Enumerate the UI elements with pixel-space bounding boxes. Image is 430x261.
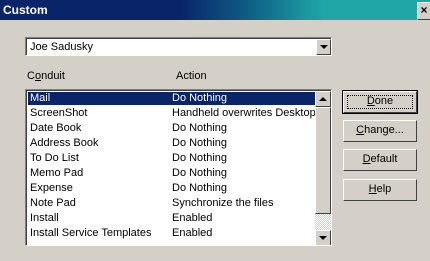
scroll-down-button[interactable] (315, 230, 331, 245)
conduit-column-header: Conduit (27, 70, 65, 82)
conduit-name: Memo Pad (30, 167, 84, 179)
scroll-thumb[interactable] (315, 107, 331, 214)
conduit-action: Do Nothing (172, 137, 228, 149)
user-select-value: Joe Sadusky (30, 41, 93, 53)
action-column-header: Action (176, 70, 207, 82)
conduit-list[interactable]: Mail Do Nothing ScreenShot Handheld overwri… (25, 89, 332, 246)
conduit-name: To Do List (30, 152, 79, 164)
help-button[interactable]: Help (343, 179, 417, 201)
conduit-name: Date Book (30, 122, 82, 134)
default-button[interactable]: Default (343, 149, 417, 171)
conduit-name: Install Service Templates (30, 227, 152, 239)
conduit-action: Do Nothing (172, 92, 228, 104)
done-button[interactable]: Done (342, 90, 418, 114)
arrow-up-icon (319, 97, 327, 101)
list-row[interactable]: To Do List Do Nothing (28, 152, 315, 165)
close-button[interactable]: × (417, 2, 430, 20)
window-title: Custom (3, 3, 48, 17)
list-row[interactable]: Memo Pad Do Nothing (28, 167, 315, 180)
conduit-action: Do Nothing (172, 167, 228, 179)
conduit-action: Enabled (172, 227, 213, 239)
chevron-down-icon (320, 45, 328, 49)
list-row[interactable]: Date Book Do Nothing (28, 122, 315, 135)
list-scrollbar[interactable] (315, 91, 331, 245)
list-row[interactable]: Address Book Do Nothing (28, 137, 315, 150)
title-bar[interactable]: Custom × (0, 0, 430, 20)
conduit-name: Note Pad (30, 197, 76, 209)
arrow-down-icon (319, 236, 327, 240)
user-select-dropdown-button[interactable] (316, 39, 331, 55)
conduit-name: Expense (30, 182, 73, 194)
conduit-action: Enabled (172, 212, 213, 224)
list-row[interactable]: Mail Do Nothing (28, 92, 315, 105)
conduit-name: Mail (30, 92, 51, 104)
change-button[interactable]: Change... (343, 120, 417, 142)
user-select[interactable]: Joe Sadusky (25, 37, 332, 56)
list-row[interactable]: Install Service Templates Enabled (28, 227, 315, 240)
conduit-action: Handheld overwrites Desktop (172, 107, 315, 119)
list-row[interactable]: ScreenShot Handheld overwrites Desktop (28, 107, 315, 120)
list-row[interactable]: Expense Do Nothing (28, 182, 315, 195)
list-row[interactable]: Install Enabled (28, 212, 315, 225)
conduit-action: Synchronize the files (172, 197, 274, 209)
conduit-action: Do Nothing (172, 182, 228, 194)
scroll-up-button[interactable] (315, 91, 331, 107)
list-row[interactable]: Note Pad Synchronize the files (28, 197, 315, 210)
conduit-name: Address Book (30, 137, 99, 149)
conduit-name: Install (30, 212, 59, 224)
conduit-action: Do Nothing (172, 152, 228, 164)
conduit-action: Do Nothing (172, 122, 228, 134)
conduit-name: ScreenShot (30, 107, 88, 119)
close-icon: × (420, 3, 428, 17)
